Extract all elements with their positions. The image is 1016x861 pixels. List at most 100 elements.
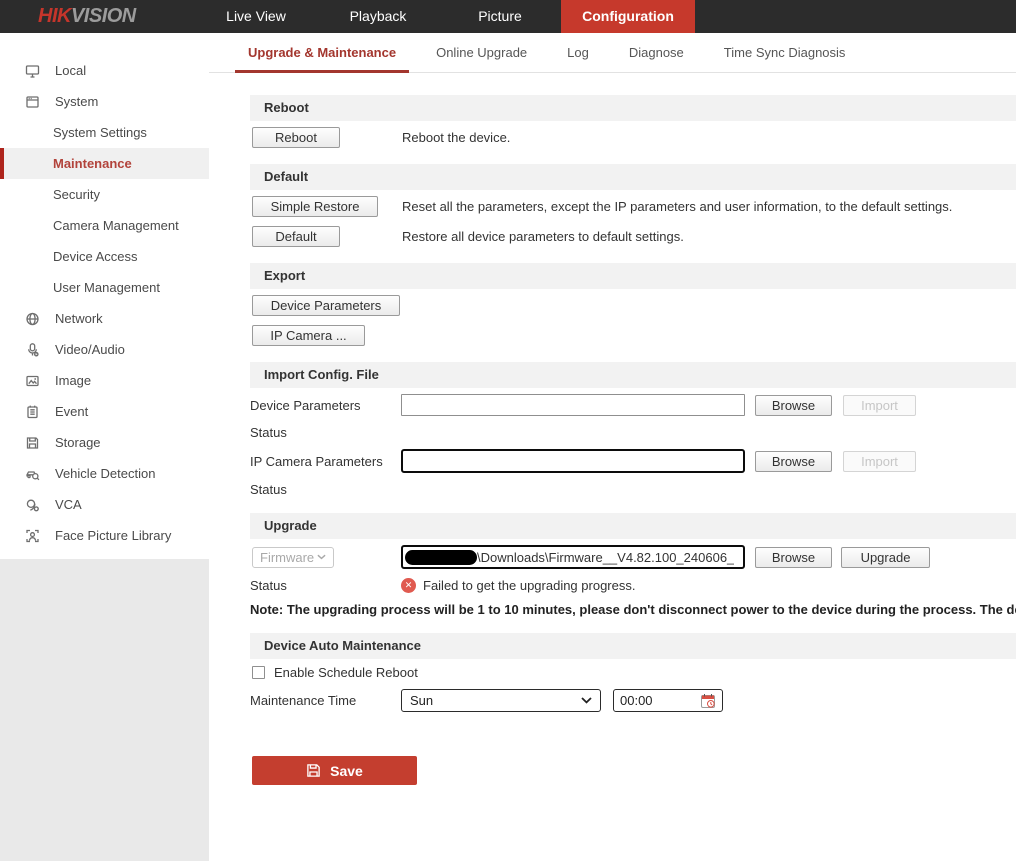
sidebar-item-device-access[interactable]: Device Access: [0, 241, 209, 272]
enable-schedule-reboot-row: Enable Schedule Reboot: [250, 665, 1016, 680]
top-navigation-bar: HIKVISION Live View Playback Picture Con…: [0, 0, 1016, 33]
sidebar-item-storage[interactable]: Storage: [0, 427, 209, 458]
nav-picture[interactable]: Picture: [439, 0, 561, 33]
simple-restore-button[interactable]: Simple Restore: [252, 196, 378, 217]
nav-live-view[interactable]: Live View: [195, 0, 317, 33]
tab-upgrade-maintenance[interactable]: Upgrade & Maintenance: [235, 33, 409, 73]
export-ip-camera-button[interactable]: IP Camera ...: [252, 325, 365, 346]
sidebar-item-label: Face Picture Library: [55, 528, 171, 543]
section-header-import-config: Import Config. File: [250, 362, 1016, 388]
face-picture-library-icon: [24, 528, 41, 544]
sidebar-item-system-settings[interactable]: System Settings: [0, 117, 209, 148]
simple-restore-description: Reset all the parameters, except the IP …: [402, 199, 952, 214]
firmware-browse-button[interactable]: Browse: [755, 547, 832, 568]
upgrade-button[interactable]: Upgrade: [841, 547, 930, 568]
reboot-description: Reboot the device.: [402, 130, 510, 145]
sidebar-item-label: Video/Audio: [55, 342, 125, 357]
reboot-button-cell: Reboot: [250, 127, 402, 148]
tab-time-sync-diagnosis[interactable]: Time Sync Diagnosis: [711, 33, 859, 73]
sidebar-item-label: System: [55, 94, 98, 109]
device-parameters-import-button[interactable]: Import: [843, 395, 916, 416]
ip-camera-parameters-import-button[interactable]: Import: [843, 451, 916, 472]
tab-bar: Upgrade & Maintenance Online Upgrade Log…: [209, 33, 1016, 73]
default-row: Default Restore all device parameters to…: [250, 226, 1016, 247]
status-label: Status: [250, 482, 401, 497]
firmware-type-value: Firmware: [260, 550, 314, 565]
redacted-text-blob: [405, 550, 477, 565]
section-header-default: Default: [250, 164, 1016, 190]
section-header-export: Export: [250, 263, 1016, 289]
tab-online-upgrade[interactable]: Online Upgrade: [423, 33, 540, 73]
main-panel: Upgrade & Maintenance Online Upgrade Log…: [209, 33, 1016, 861]
maintenance-time-input[interactable]: 00:00: [613, 689, 723, 712]
device-parameters-input[interactable]: [401, 394, 745, 416]
image-icon: [24, 373, 41, 389]
sidebar-item-security[interactable]: Security: [0, 179, 209, 210]
logo-hik: HIK: [38, 5, 71, 28]
sidebar-item-label: VCA: [55, 497, 82, 512]
sidebar-item-event[interactable]: Event: [0, 396, 209, 427]
reboot-button[interactable]: Reboot: [252, 127, 340, 148]
maintenance-time-value: 00:00: [620, 693, 653, 708]
enable-schedule-reboot-checkbox[interactable]: [252, 666, 265, 679]
maintenance-day-select[interactable]: Sun: [401, 689, 601, 712]
sidebar: Local System System Settings Maintenance…: [0, 33, 209, 861]
sidebar-item-label: Storage: [55, 435, 101, 450]
nav-configuration[interactable]: Configuration: [561, 0, 695, 33]
error-cross-icon: ✕: [401, 578, 416, 593]
save-button[interactable]: Save: [252, 756, 417, 785]
vca-icon: [24, 497, 41, 513]
sidebar-item-network[interactable]: Network: [0, 303, 209, 334]
sidebar-item-label: Network: [55, 311, 103, 326]
monitor-icon: [24, 63, 41, 79]
export-ip-camera-row: IP Camera ...: [250, 325, 1016, 346]
sidebar-item-label: Camera Management: [53, 218, 179, 233]
ip-camera-parameters-input[interactable]: [401, 449, 745, 473]
import-ip-camera-parameters-row: IP Camera Parameters Browse Import: [250, 449, 1016, 473]
status-label: Status: [250, 425, 401, 440]
sidebar-item-maintenance[interactable]: Maintenance: [0, 148, 209, 179]
sidebar-item-system[interactable]: System: [0, 86, 209, 117]
vehicle-detection-icon: [24, 466, 41, 482]
sidebar-item-label: Local: [55, 63, 86, 78]
sidebar-item-label: Image: [55, 373, 91, 388]
firmware-type-select[interactable]: Firmware: [252, 547, 334, 568]
sidebar-item-vehicle-detection[interactable]: Vehicle Detection: [0, 458, 209, 489]
system-window-icon: [24, 94, 41, 110]
ip-camera-parameters-browse-button[interactable]: Browse: [755, 451, 832, 472]
default-button-cell: Default: [250, 226, 402, 247]
sidebar-background: [0, 559, 209, 861]
firmware-file-input[interactable]: \Downloads\Firmware__V4.82.100_240606_: [401, 545, 745, 569]
sidebar-item-label: System Settings: [53, 125, 147, 140]
device-parameters-browse-button[interactable]: Browse: [755, 395, 832, 416]
event-icon: [24, 404, 41, 420]
sidebar-menu: Local System System Settings Maintenance…: [0, 33, 209, 559]
sidebar-item-label: User Management: [53, 280, 160, 295]
reboot-row: Reboot Reboot the device.: [250, 127, 1016, 148]
video-audio-icon: [24, 342, 41, 358]
status-label: Status: [250, 578, 401, 593]
calendar-icon[interactable]: [700, 693, 716, 709]
sidebar-item-face-picture-library[interactable]: Face Picture Library: [0, 520, 209, 551]
sidebar-item-vca[interactable]: VCA: [0, 489, 209, 520]
nav-playback[interactable]: Playback: [317, 0, 439, 33]
section-header-reboot: Reboot: [250, 95, 1016, 121]
default-button[interactable]: Default: [252, 226, 340, 247]
sidebar-item-image[interactable]: Image: [0, 365, 209, 396]
sidebar-item-video-audio[interactable]: Video/Audio: [0, 334, 209, 365]
sidebar-item-user-management[interactable]: User Management: [0, 272, 209, 303]
sidebar-item-camera-management[interactable]: Camera Management: [0, 210, 209, 241]
enable-schedule-reboot-label: Enable Schedule Reboot: [274, 665, 418, 680]
simple-restore-row: Simple Restore Reset all the parameters,…: [250, 196, 1016, 217]
tab-diagnose[interactable]: Diagnose: [616, 33, 697, 73]
save-floppy-icon: [306, 763, 321, 778]
maintenance-day-value: Sun: [410, 693, 433, 708]
section-header-upgrade: Upgrade: [250, 513, 1016, 539]
simple-restore-button-cell: Simple Restore: [250, 196, 402, 217]
sidebar-item-local[interactable]: Local: [0, 55, 209, 86]
upgrade-status-message: Failed to get the upgrading progress.: [423, 578, 635, 593]
device-parameters-status-row: Status: [250, 425, 1016, 440]
export-device-parameters-button[interactable]: Device Parameters: [252, 295, 400, 316]
device-parameters-label: Device Parameters: [250, 398, 401, 413]
tab-log[interactable]: Log: [554, 33, 602, 73]
